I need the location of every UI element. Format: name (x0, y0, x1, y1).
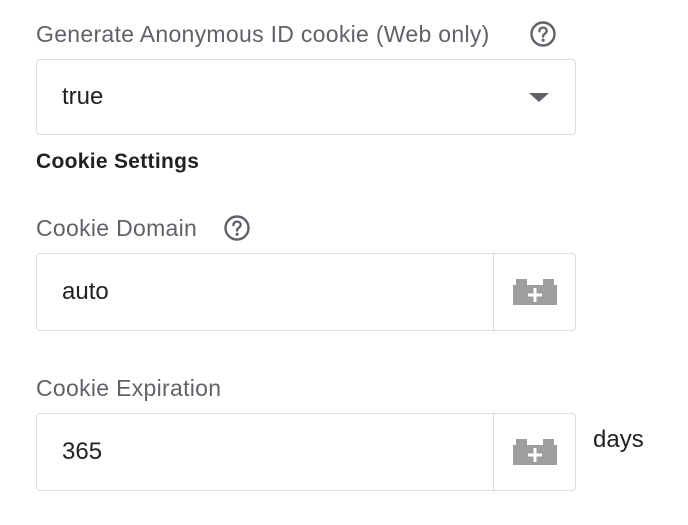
cookie-settings-form: Generate Anonymous ID cookie (Web only) … (0, 0, 688, 525)
cookie-expiration-label: Cookie Expiration (36, 375, 222, 401)
variable-brick-plus-icon (512, 439, 557, 465)
cookie-settings-heading: Cookie Settings (36, 150, 200, 173)
cookie-domain-field (36, 253, 576, 331)
dropdown-arrow-icon (529, 93, 549, 102)
anonymous-id-label: Generate Anonymous ID cookie (Web only) (36, 21, 490, 47)
insert-variable-button[interactable] (493, 254, 575, 330)
anonymous-id-select[interactable]: true (36, 59, 576, 135)
anonymous-id-selected-value: true (62, 83, 104, 110)
cookie-expiration-input[interactable] (37, 414, 493, 490)
variable-brick-plus-icon (512, 279, 557, 305)
expiration-unit-label: days (593, 426, 644, 453)
cookie-domain-input[interactable] (37, 254, 493, 330)
insert-variable-button[interactable] (493, 414, 575, 490)
help-circle-icon[interactable] (529, 20, 557, 48)
cookie-domain-label: Cookie Domain (36, 215, 198, 241)
cookie-expiration-field (36, 413, 576, 491)
help-circle-icon[interactable] (223, 214, 251, 242)
